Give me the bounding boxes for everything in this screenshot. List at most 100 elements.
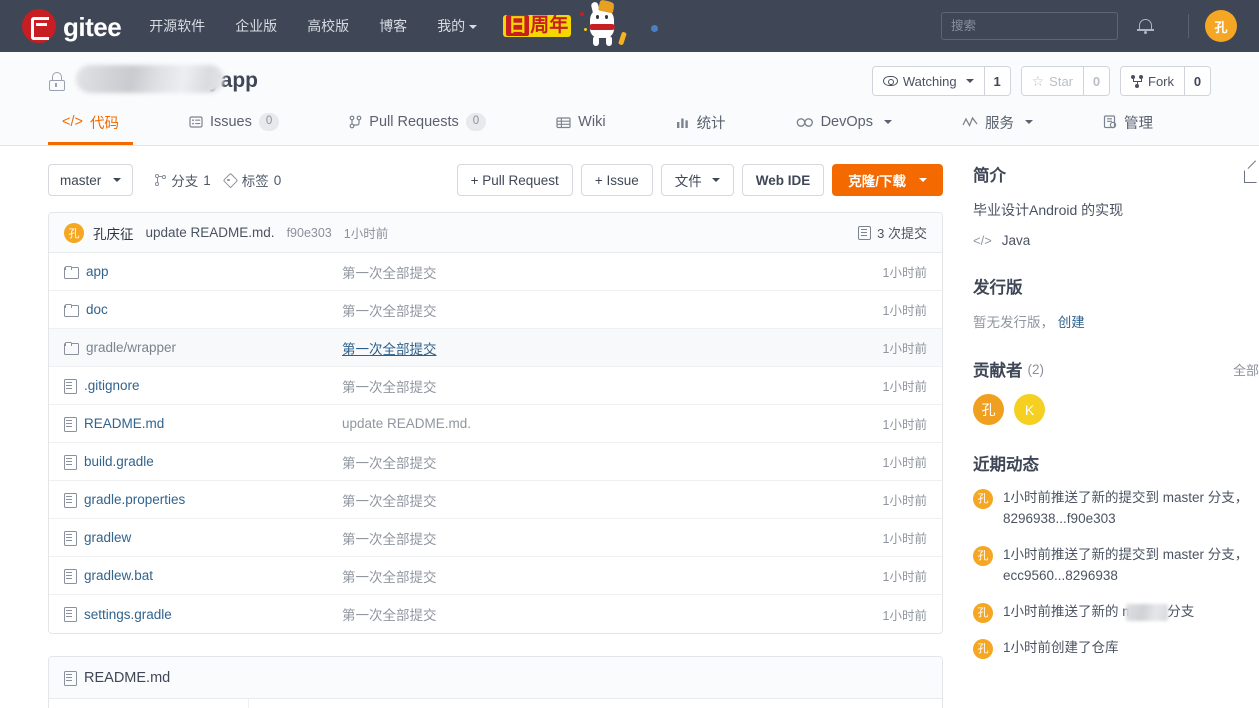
commit-sha[interactable]: f90e303 — [287, 226, 332, 240]
table-row[interactable]: settings.gradle 第一次全部提交 1小时前 — [49, 595, 942, 633]
commits-count-label: 3 次提交 — [877, 226, 927, 241]
code-icon: </> — [973, 233, 992, 249]
gitee-logo[interactable]: gitee — [22, 9, 122, 43]
commit-author-name[interactable]: 孔庆征 — [93, 223, 134, 243]
tab-statistics[interactable]: 统计 — [662, 102, 740, 145]
commits-count-link[interactable]: 3 次提交 — [858, 223, 927, 242]
file-commit-message[interactable]: 第一次全部提交 — [342, 338, 883, 358]
file-link[interactable]: settings.gradle — [64, 607, 342, 622]
activity-title-label: 近期动态 — [973, 456, 1039, 475]
branches-link[interactable]: 分支 1 — [155, 170, 211, 190]
releases-section: 发行版 暂无发行版， 创建 — [973, 274, 1259, 331]
file-link[interactable]: gradlew.bat — [64, 568, 342, 584]
star-icon: ☆ — [1031, 73, 1045, 89]
edit-icon[interactable] — [1244, 167, 1259, 183]
new-pull-request-button[interactable]: + Pull Request — [456, 164, 573, 196]
file-link[interactable]: gradle/wrapper — [64, 340, 342, 355]
file-commit-message: update README.md. — [342, 416, 472, 431]
file-link[interactable]: build.gradle — [64, 454, 342, 470]
table-row[interactable]: app 第一次全部提交 1小时前 — [49, 253, 942, 291]
tab-issues[interactable]: Issues 0 — [175, 102, 293, 145]
fork-label: Fork — [1148, 73, 1174, 89]
tags-count: 0 — [273, 172, 282, 188]
table-row[interactable]: gradlew.bat 第一次全部提交 1小时前 — [49, 557, 942, 595]
tab-services[interactable]: 服务 — [948, 102, 1047, 145]
table-row[interactable]: .gitignore 第一次全部提交 1小时前 — [49, 367, 942, 405]
file-link[interactable]: app — [64, 264, 342, 279]
star-count[interactable]: 0 — [1083, 67, 1109, 95]
create-release-link[interactable]: 创建 — [1058, 315, 1085, 330]
table-row[interactable]: build.gradle 第一次全部提交 1小时前 — [49, 443, 942, 481]
clone-download-button[interactable]: 克隆/下载 — [832, 164, 943, 196]
file-link[interactable]: README.md — [64, 416, 342, 432]
star-button[interactable]: ☆ Star — [1021, 67, 1083, 95]
watch-button-group[interactable]: Watching 1 — [871, 66, 1011, 96]
file-link[interactable]: doc — [64, 302, 342, 317]
avatar[interactable]: 孔 — [973, 394, 1004, 426]
wiki-icon — [556, 116, 571, 129]
new-issue-button[interactable]: + Issue — [580, 164, 653, 196]
activity-text: 1小时前创建了仓库 — [1003, 640, 1119, 656]
nav-link-blog[interactable]: 博客 — [379, 16, 407, 36]
table-row[interactable]: README.md update README.md. 1小时前 — [49, 405, 942, 443]
primary-language-label[interactable]: Java — [1002, 233, 1031, 248]
repository-tabs: </> 代码 Issues 0 Pull Requests 0 Wiki 统计 … — [48, 102, 1211, 145]
nav-link-education[interactable]: 高校版 — [307, 16, 349, 36]
readme-toc[interactable]: AS — [49, 699, 249, 708]
tab-code[interactable]: </> 代码 — [48, 102, 133, 145]
service-icon — [962, 116, 978, 128]
tags-link[interactable]: 标签 0 — [225, 170, 282, 190]
table-row[interactable]: gradle/wrapper 第一次全部提交 1小时前 — [49, 329, 942, 367]
nav-link-enterprise[interactable]: 企业版 — [235, 16, 277, 36]
watch-count[interactable]: 1 — [983, 67, 1010, 95]
promo-badge-lead: 日 — [506, 14, 530, 36]
devops-icon — [796, 117, 814, 128]
file-link[interactable]: .gitignore — [64, 378, 342, 394]
branch-selector[interactable]: master — [48, 164, 134, 196]
user-avatar[interactable]: 孔 — [1205, 10, 1237, 42]
table-row[interactable]: gradle.properties 第一次全部提交 1小时前 — [49, 481, 942, 519]
tab-pull-requests[interactable]: Pull Requests 0 — [335, 102, 500, 145]
about-section: 简介 毕业设计Android 的实现 </> Java — [973, 162, 1259, 248]
notifications-button[interactable] — [1118, 18, 1172, 35]
file-link[interactable]: gradlew — [64, 530, 342, 546]
tab-manage[interactable]: 管理 — [1089, 102, 1167, 145]
nav-link-mine[interactable]: 我的 — [437, 16, 478, 36]
chevron-down-icon — [1024, 120, 1033, 124]
tab-wiki[interactable]: Wiki — [542, 102, 619, 145]
fork-button[interactable]: Fork — [1121, 67, 1184, 95]
avatar[interactable]: 孔 — [973, 639, 993, 660]
file-icon — [64, 607, 77, 622]
web-ide-button[interactable]: Web IDE — [741, 164, 825, 196]
star-button-group[interactable]: ☆ Star 0 — [1020, 66, 1110, 96]
file-icon — [64, 670, 77, 686]
files-button[interactable]: 文件 — [660, 164, 734, 196]
commit-author-avatar[interactable]: 孔 — [64, 222, 84, 243]
avatar[interactable]: K — [1014, 394, 1045, 426]
folder-icon — [64, 303, 79, 317]
watch-button[interactable]: Watching — [872, 67, 984, 95]
avatar[interactable]: 孔 — [973, 489, 993, 510]
file-commit-message: 第一次全部提交 — [342, 569, 437, 585]
table-row[interactable]: doc 第一次全部提交 1小时前 — [49, 291, 942, 329]
table-row[interactable]: gradlew 第一次全部提交 1小时前 — [49, 519, 942, 557]
anniversary-promo-banner[interactable]: 日周年 — [503, 0, 629, 50]
avatar[interactable]: 孔 — [973, 546, 993, 567]
search-input[interactable] — [941, 12, 1118, 40]
fork-count[interactable]: 0 — [1184, 67, 1210, 95]
code-icon: </> — [62, 114, 83, 130]
contributors-all-link[interactable]: 全部 — [1233, 360, 1259, 379]
file-link[interactable]: gradle.properties — [64, 492, 342, 508]
nav-link-opensource[interactable]: 开源软件 — [149, 16, 205, 36]
tab-devops[interactable]: DevOps — [782, 102, 906, 145]
readme-panel: README.md AS AS — [48, 656, 943, 708]
global-nav-links: 开源软件 企业版 高校版 博客 我的 — [149, 16, 478, 36]
file-icon — [64, 378, 77, 394]
avatar[interactable]: 孔 — [973, 603, 993, 624]
latest-commit-bar: 孔 孔庆征 update README.md. f90e303 1小时前 3 次… — [49, 213, 942, 253]
commit-message[interactable]: update README.md. — [146, 225, 275, 240]
about-description: 毕业设计Android 的实现 — [973, 202, 1124, 218]
chevron-down-icon — [919, 178, 927, 182]
fork-button-group[interactable]: Fork 0 — [1120, 66, 1211, 96]
file-commit-message: 第一次全部提交 — [342, 608, 437, 623]
